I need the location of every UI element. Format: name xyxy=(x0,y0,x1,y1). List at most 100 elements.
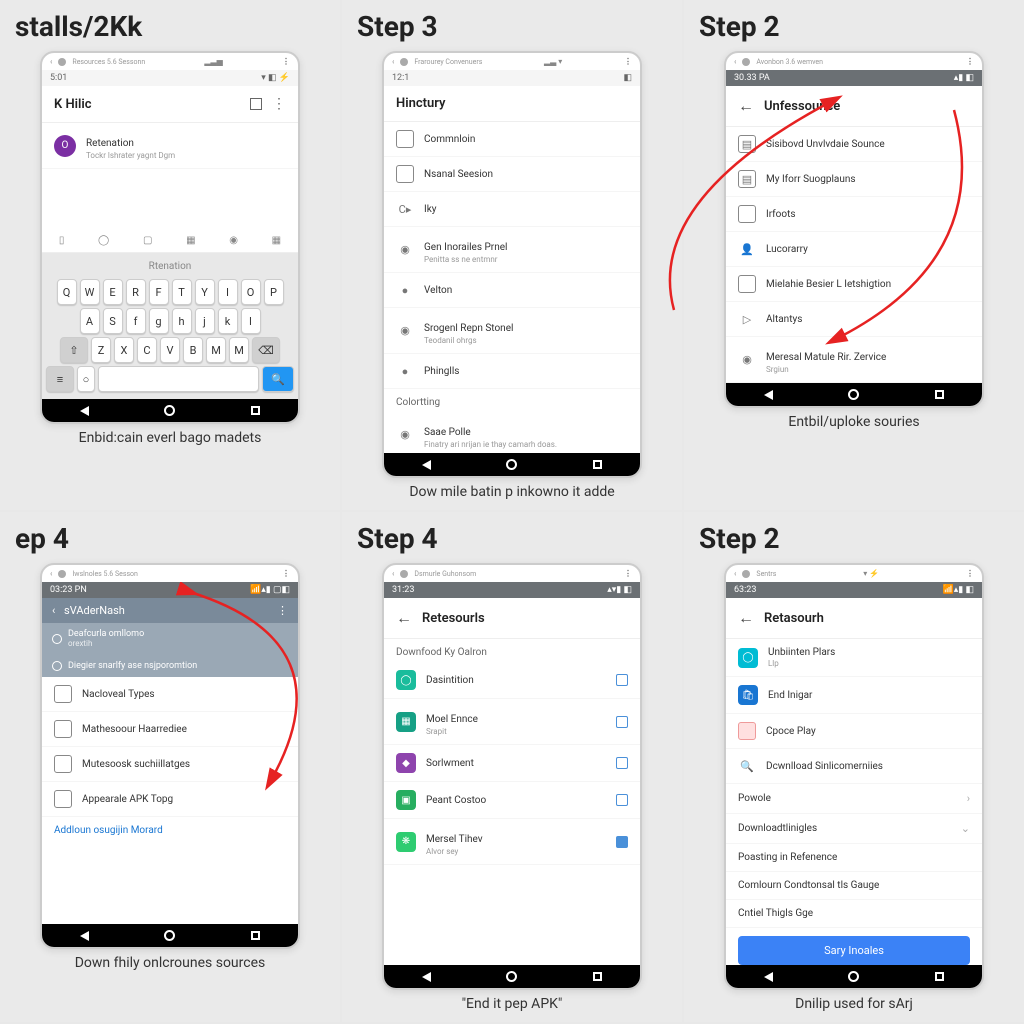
nav-recent-icon[interactable] xyxy=(251,406,260,415)
key[interactable]: O xyxy=(241,279,261,305)
app-item[interactable]: ▣Peant Costoo xyxy=(384,782,640,819)
lang-key[interactable]: ○ xyxy=(77,366,95,392)
list-item[interactable]: Commnloin xyxy=(384,122,640,157)
checkbox[interactable] xyxy=(616,674,628,686)
nav-back-icon[interactable] xyxy=(80,931,89,941)
shift-key[interactable]: ⇧ xyxy=(60,337,88,363)
nav-recent-icon[interactable] xyxy=(251,931,260,940)
app-item[interactable]: ❋Mersel TihevAlvor sey xyxy=(384,819,640,865)
app-item[interactable]: ◯Unbiinten PlarsLlp xyxy=(726,639,982,677)
nav-home-icon[interactable] xyxy=(506,459,517,470)
app-item[interactable]: ▦Moel EnnceSrapit xyxy=(384,699,640,745)
key[interactable]: M xyxy=(229,337,249,363)
backspace-key[interactable]: ⌫ xyxy=(252,337,280,363)
key[interactable]: P xyxy=(264,279,284,305)
more-icon[interactable]: ⋮ xyxy=(624,57,632,66)
list-item[interactable]: Irfoots xyxy=(726,197,982,232)
list-item[interactable]: ●Phinglls xyxy=(384,354,640,389)
space-key[interactable] xyxy=(98,366,259,392)
link-text[interactable]: Addloun osugijin Morard xyxy=(42,817,298,844)
app-item[interactable]: Cpoce Play xyxy=(726,714,982,749)
list-item[interactable]: C▸Iky xyxy=(384,192,640,227)
list-item[interactable]: Nacloveal Types xyxy=(42,677,298,712)
key[interactable]: I xyxy=(218,279,238,305)
back-icon[interactable]: ← xyxy=(738,608,754,628)
list-item[interactable]: ▤Sisibovd Unvlvdaie Sounce xyxy=(726,127,982,162)
list-item[interactable]: ▤My Iforr Suogplauns xyxy=(726,162,982,197)
menu-icon[interactable]: ⋮ xyxy=(277,604,288,617)
key[interactable]: C xyxy=(137,337,157,363)
nav-recent-icon[interactable] xyxy=(935,972,944,981)
key[interactable]: E xyxy=(103,279,123,305)
list-row[interactable]: Powole› xyxy=(726,784,982,814)
list-item[interactable]: Nsanal Seesion xyxy=(384,157,640,192)
suggestion-text[interactable]: Rtenation xyxy=(149,261,192,272)
nav-home-icon[interactable] xyxy=(848,971,859,982)
list-item[interactable]: ◉Meresal Matule Rir. ZerviceSrgiun xyxy=(726,337,982,383)
key[interactable]: T xyxy=(172,279,192,305)
nav-back-icon[interactable] xyxy=(764,972,773,982)
nav-recent-icon[interactable] xyxy=(593,972,602,981)
back-icon[interactable]: ‹ xyxy=(52,604,55,617)
nav-back-icon[interactable] xyxy=(422,972,431,982)
app-item[interactable]: 🛍End Inigar xyxy=(726,677,982,714)
checkbox-checked[interactable] xyxy=(616,836,628,848)
nav-home-icon[interactable] xyxy=(848,389,859,400)
list-item[interactable]: Mutesoosk suchiillatges xyxy=(42,747,298,782)
more-icon[interactable]: ⋮ xyxy=(966,57,974,66)
tab-icon-3[interactable]: ▢ xyxy=(143,235,152,246)
nav-home-icon[interactable] xyxy=(164,405,175,416)
key[interactable]: j xyxy=(195,308,215,334)
more-icon[interactable]: ⋮ xyxy=(624,569,632,578)
key[interactable]: Q xyxy=(57,279,77,305)
app-item[interactable]: ◆Sorlwment xyxy=(384,745,640,782)
list-item[interactable]: Appearale APK Topg xyxy=(42,782,298,817)
key[interactable]: f xyxy=(126,308,146,334)
tab-icon-4[interactable]: ▦ xyxy=(186,235,195,246)
selection-item[interactable]: Diegier snarlfy ase nsjporomtion xyxy=(42,655,298,677)
tab-icon-1[interactable]: ▯ xyxy=(59,235,65,246)
tab-icon-2[interactable]: ◯ xyxy=(98,235,109,246)
nav-home-icon[interactable] xyxy=(506,971,517,982)
checkbox[interactable] xyxy=(616,794,628,806)
key[interactable]: B xyxy=(183,337,203,363)
menu-icon[interactable]: ⋮ xyxy=(272,96,286,112)
contact-item[interactable]: O Retenation Tockr lshrater yagnt Dgm xyxy=(42,123,298,169)
list-item[interactable]: ◉Srogenl Repn StonelTeodanil ohrgs xyxy=(384,308,640,354)
key[interactable]: Y xyxy=(195,279,215,305)
key[interactable]: V xyxy=(160,337,180,363)
back-icon[interactable]: ← xyxy=(396,608,412,628)
key[interactable]: R xyxy=(126,279,146,305)
key[interactable]: M xyxy=(206,337,226,363)
list-item[interactable]: ◉Gen Inorailes PrnelPenitta ss ne entmnr xyxy=(384,227,640,273)
key[interactable]: g xyxy=(149,308,169,334)
key[interactable]: A xyxy=(80,308,100,334)
key[interactable]: h xyxy=(172,308,192,334)
keyboard[interactable]: Rtenation Q W E R F T Y I O P A S f g h … xyxy=(42,253,298,399)
tab-icon-5[interactable]: ◉ xyxy=(229,235,238,246)
more-icon[interactable]: ⋮ xyxy=(282,569,290,578)
list-item[interactable]: 👤Lucorarry xyxy=(726,232,982,267)
tab-icon-6[interactable]: ▦ xyxy=(272,235,281,246)
key[interactable]: F xyxy=(149,279,169,305)
checkbox[interactable] xyxy=(616,757,628,769)
nav-home-icon[interactable] xyxy=(164,930,175,941)
key[interactable]: W xyxy=(80,279,100,305)
nav-back-icon[interactable] xyxy=(80,406,89,416)
selection-item[interactable]: Deafcurla omllomoorextih xyxy=(42,623,298,655)
list-item[interactable]: Mielahie Besier L Ietshigtion xyxy=(726,267,982,302)
list-row[interactable]: Downloadtlinigles⌄ xyxy=(726,814,982,844)
key[interactable]: Z xyxy=(91,337,111,363)
tab-icon[interactable] xyxy=(250,98,262,110)
back-icon[interactable]: ← xyxy=(738,96,754,116)
symbols-key[interactable]: ≡ xyxy=(46,366,74,392)
list-row[interactable]: Comlourn Condtonsal tls Gauge xyxy=(726,872,982,900)
more-icon[interactable]: ⋮ xyxy=(282,57,290,66)
nav-recent-icon[interactable] xyxy=(935,390,944,399)
checkbox[interactable] xyxy=(616,716,628,728)
primary-button[interactable]: Sary Inoales xyxy=(738,936,970,965)
key[interactable]: l xyxy=(241,308,261,334)
nav-back-icon[interactable] xyxy=(764,390,773,400)
list-row[interactable]: Poasting in Refenence xyxy=(726,844,982,872)
list-item[interactable]: Mathesoour Haarrediee xyxy=(42,712,298,747)
